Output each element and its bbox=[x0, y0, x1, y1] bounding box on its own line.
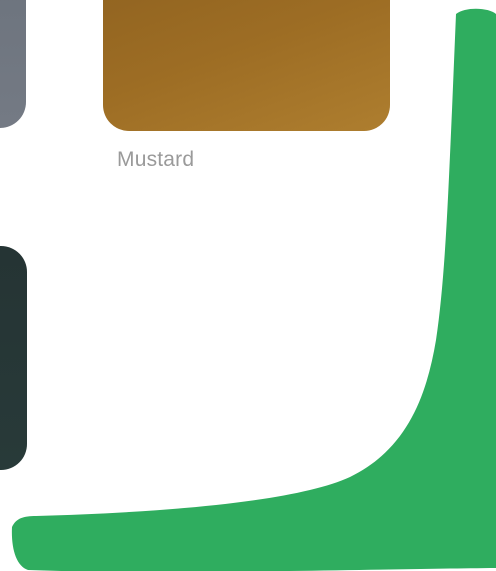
mustard-swatch-label: Mustard bbox=[117, 148, 195, 171]
dark-slate-color-swatch[interactable] bbox=[0, 246, 27, 470]
mustard-color-swatch[interactable] bbox=[103, 0, 390, 131]
color-swatch-gallery: Mustard bbox=[0, 0, 496, 571]
gray-color-swatch[interactable] bbox=[0, 0, 26, 128]
